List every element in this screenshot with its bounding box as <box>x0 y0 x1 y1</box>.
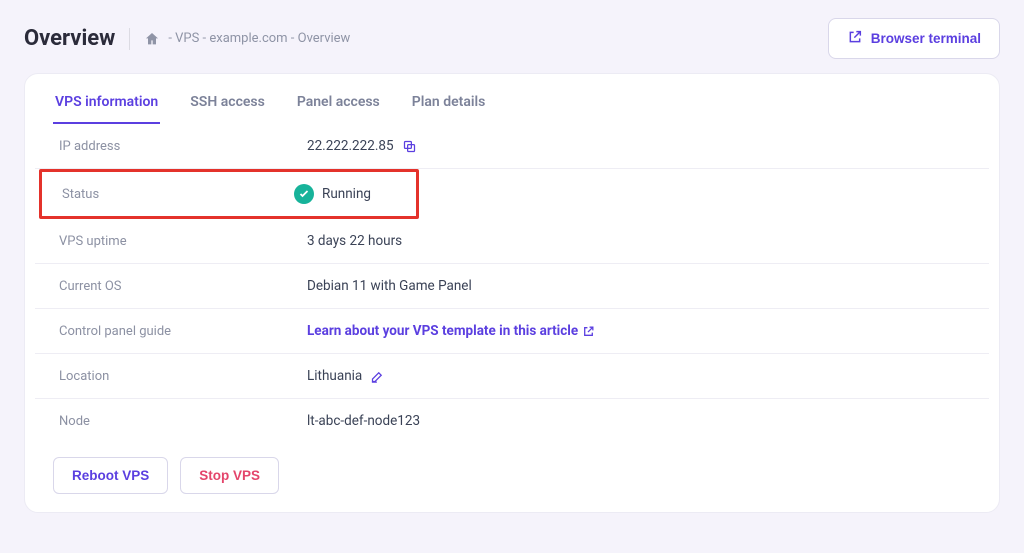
current-os-value: Debian 11 with Game Panel <box>307 278 472 294</box>
tab-panel-access[interactable]: Panel access <box>295 88 382 124</box>
row-uptime: VPS uptime 3 days 22 hours <box>35 219 989 264</box>
ip-address-value: 22.222.222.85 <box>307 138 394 154</box>
location-label: Location <box>59 369 307 384</box>
breadcrumb-text: - VPS - example.com - Overview <box>168 31 350 46</box>
ip-address-label: IP address <box>59 139 307 154</box>
location-value: Lithuania <box>307 368 362 384</box>
location-value-wrap: Lithuania <box>307 368 385 384</box>
guide-value-wrap: Learn about your VPS template in this ar… <box>307 323 595 339</box>
node-value: lt-abc-def-node123 <box>307 413 420 429</box>
node-label: Node <box>59 414 307 429</box>
row-current-os: Current OS Debian 11 with Game Panel <box>35 264 989 309</box>
copy-icon[interactable] <box>402 139 417 154</box>
reboot-vps-button[interactable]: Reboot VPS <box>53 457 168 494</box>
row-control-panel-guide: Control panel guide Learn about your VPS… <box>35 309 989 354</box>
status-label: Status <box>62 187 294 202</box>
breadcrumb: - VPS - example.com - Overview <box>144 31 350 47</box>
guide-link[interactable]: Learn about your VPS template in this ar… <box>307 323 595 339</box>
browser-terminal-label: Browser terminal <box>871 31 981 46</box>
tabs: VPS information SSH access Panel access … <box>25 74 999 124</box>
browser-terminal-button[interactable]: Browser terminal <box>828 18 1000 59</box>
external-link-icon <box>847 29 863 48</box>
guide-label: Control panel guide <box>59 324 307 339</box>
external-link-icon <box>582 325 595 338</box>
action-buttons: Reboot VPS Stop VPS <box>25 443 999 494</box>
tab-ssh-access[interactable]: SSH access <box>188 88 267 124</box>
home-icon[interactable] <box>144 31 160 47</box>
row-node: Node lt-abc-def-node123 <box>35 399 989 443</box>
main-panel: VPS information SSH access Panel access … <box>24 73 1000 513</box>
ip-address-value-wrap: 22.222.222.85 <box>307 138 417 154</box>
stop-vps-button[interactable]: Stop VPS <box>180 457 279 494</box>
status-value-wrap: Running <box>294 184 371 204</box>
top-bar-left: Overview - VPS - example.com - Overview <box>24 26 350 51</box>
current-os-label: Current OS <box>59 279 307 294</box>
uptime-value: 3 days 22 hours <box>307 233 402 249</box>
page-title: Overview <box>24 26 115 51</box>
row-status: Status Running <box>39 169 419 219</box>
row-location: Location Lithuania <box>35 354 989 399</box>
info-rows: IP address 22.222.222.85 Status Running … <box>25 124 999 443</box>
status-value: Running <box>322 186 371 202</box>
row-ip-address: IP address 22.222.222.85 <box>35 124 989 169</box>
guide-link-text: Learn about your VPS template in this ar… <box>307 323 578 339</box>
uptime-label: VPS uptime <box>59 234 307 249</box>
status-running-icon <box>294 184 314 204</box>
divider <box>129 28 130 50</box>
edit-icon[interactable] <box>370 369 385 384</box>
tab-plan-details[interactable]: Plan details <box>410 88 488 124</box>
top-bar: Overview - VPS - example.com - Overview … <box>0 0 1024 73</box>
tab-vps-information[interactable]: VPS information <box>53 88 160 124</box>
